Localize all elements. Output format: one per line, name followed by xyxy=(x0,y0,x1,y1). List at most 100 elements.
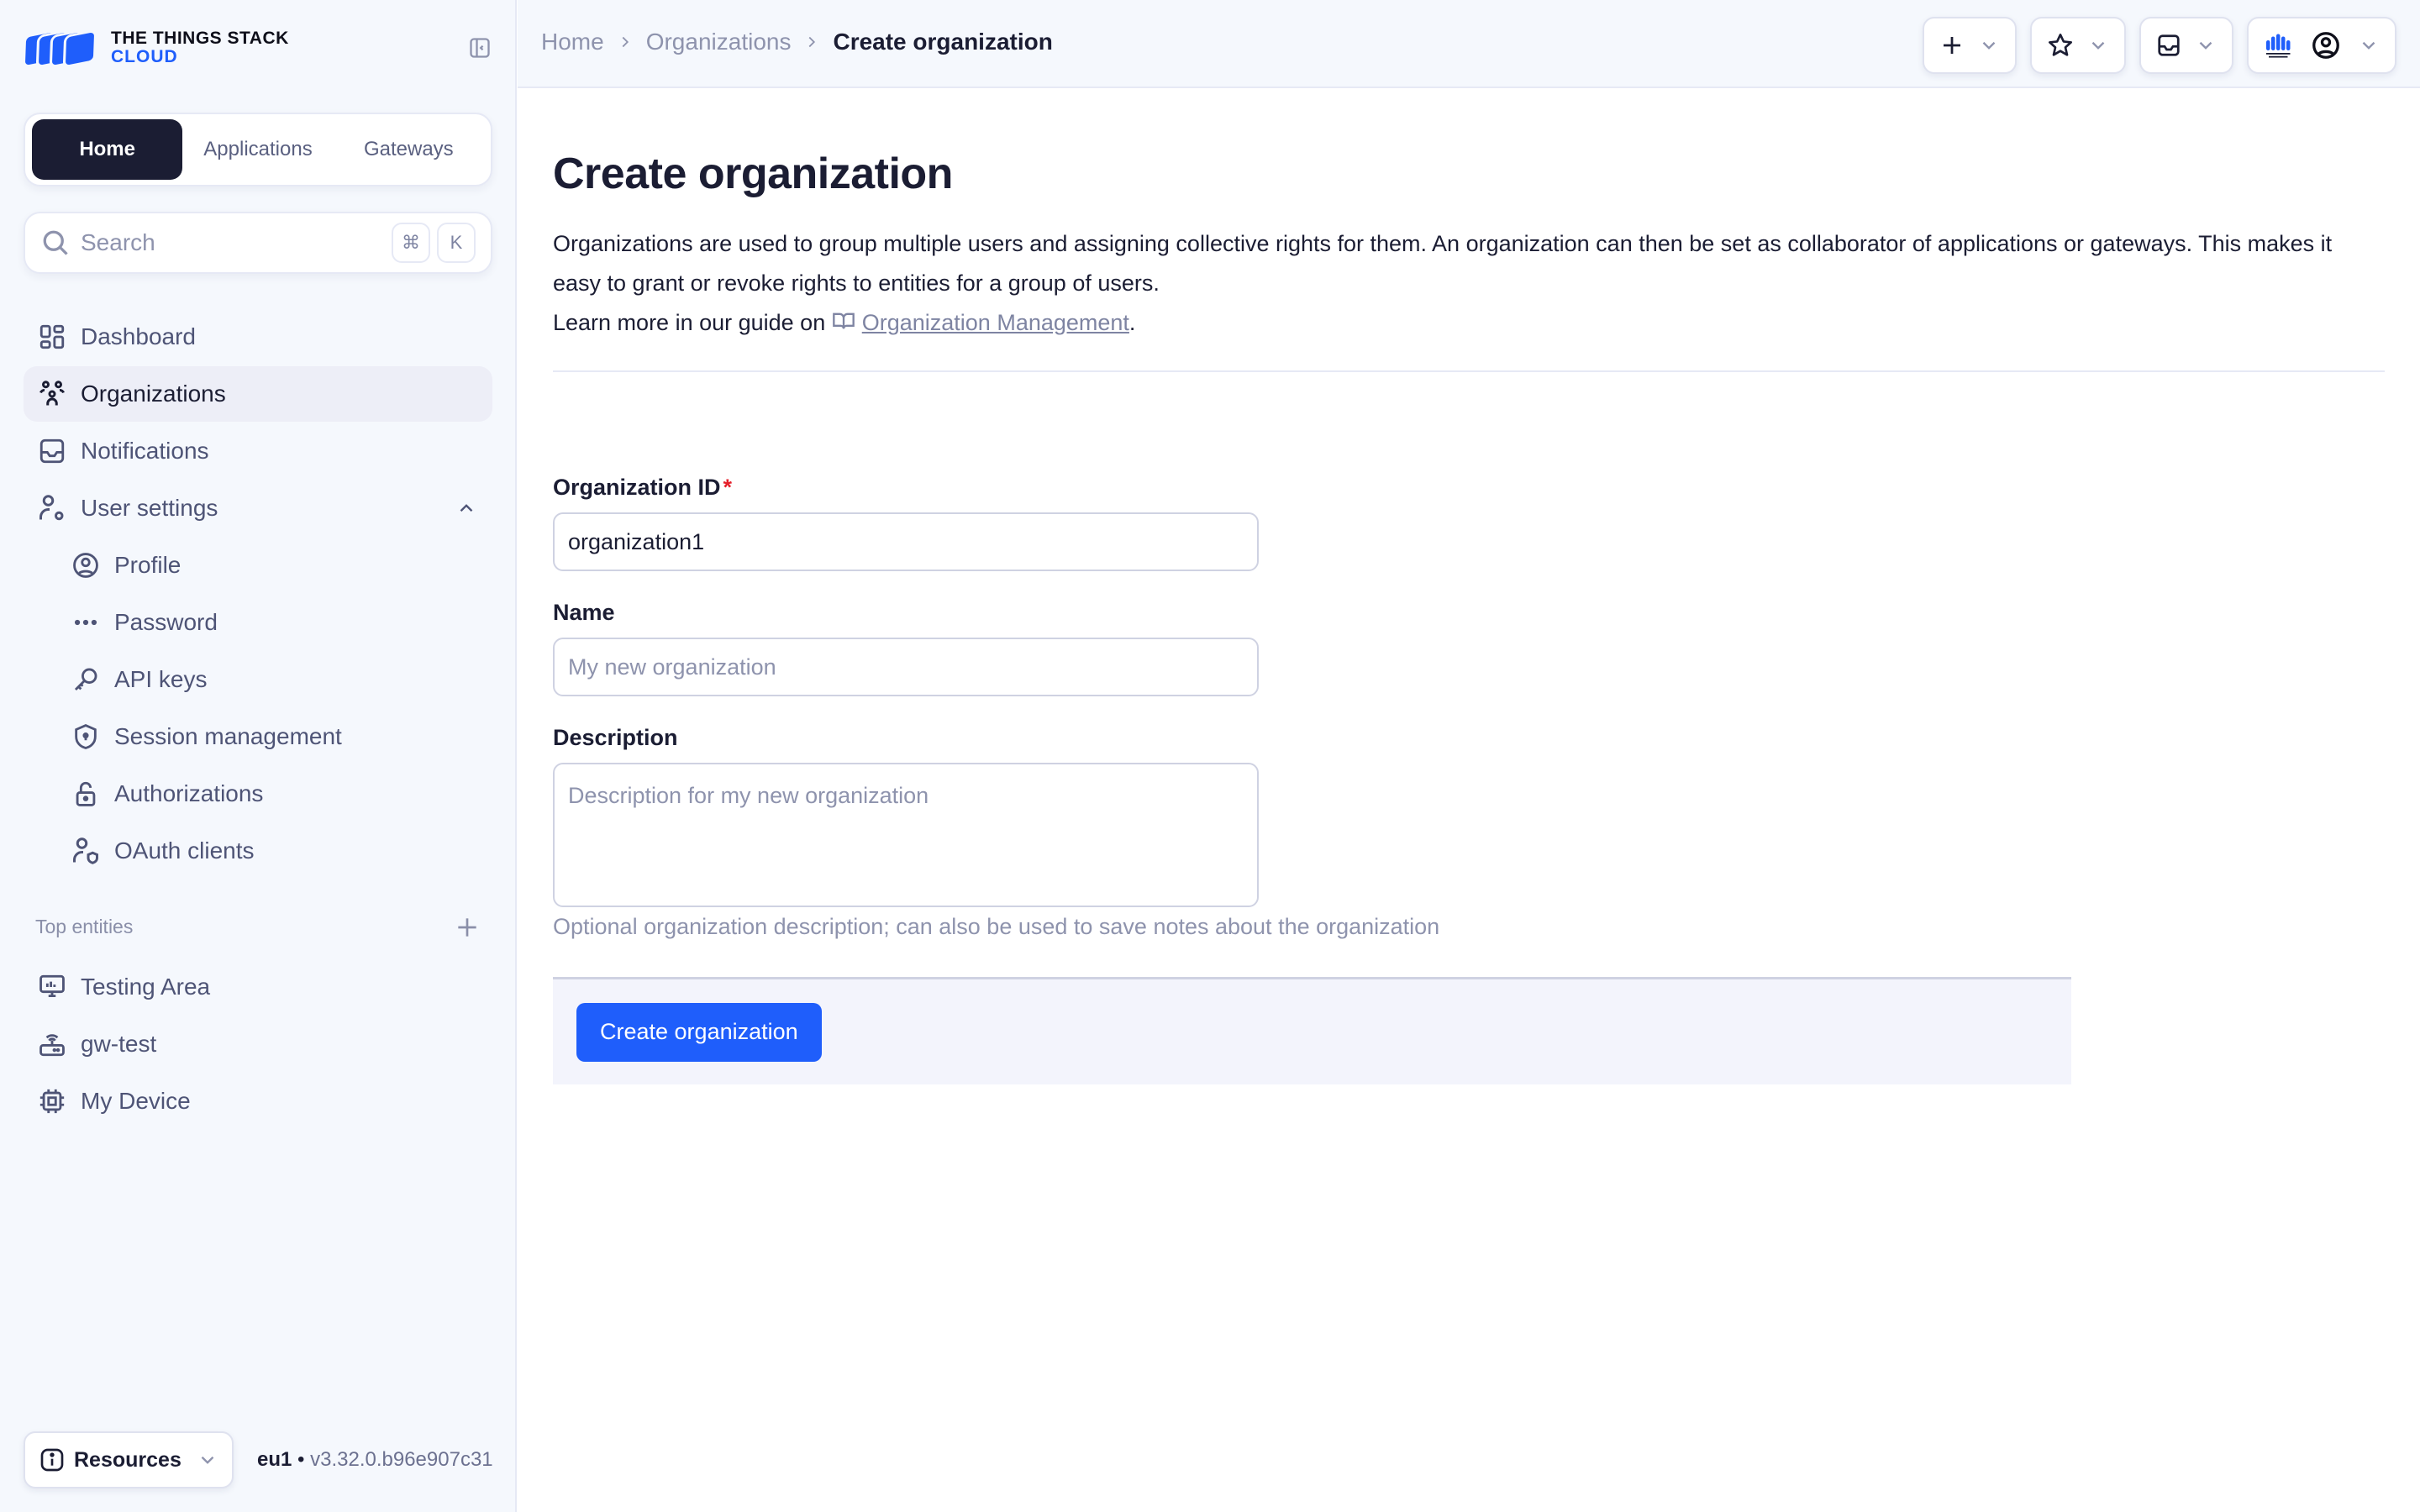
page-title: Create organization xyxy=(553,150,953,198)
chevron-down-icon xyxy=(2199,41,2212,50)
sidebar-item-label: Testing Area xyxy=(81,974,211,1000)
collapse-sidebar-button[interactable] xyxy=(467,35,492,60)
sidebar-item-label: Session management xyxy=(114,723,342,749)
name-label: Name xyxy=(553,600,615,625)
form-actions: Create organization xyxy=(553,977,2071,1084)
top-entities-list: Testing Area gw-test My Device xyxy=(24,959,492,1131)
sidebar-item-label: Dashboard xyxy=(81,323,196,349)
org-id-input[interactable] xyxy=(553,512,1259,571)
notifications-menu-button[interactable] xyxy=(2139,17,2233,74)
sidebar-collapse-icon xyxy=(470,38,490,58)
chevron-up-icon xyxy=(460,504,473,512)
breadcrumb-home[interactable]: Home xyxy=(541,29,604,55)
switcher-tab-applications[interactable]: Applications xyxy=(182,119,333,180)
create-organization-button[interactable]: Create organization xyxy=(576,1002,822,1062)
sidebar-item-label: My Device xyxy=(81,1088,191,1114)
book-icon xyxy=(832,306,855,345)
resources-dropdown[interactable]: Resources xyxy=(24,1431,234,1488)
chevron-down-icon xyxy=(2091,41,2105,50)
gateway-icon xyxy=(37,1029,67,1059)
switcher-tab-gateways[interactable]: Gateways xyxy=(334,119,484,180)
top-entity-gw-test[interactable]: gw-test xyxy=(24,1016,492,1072)
sidebar-item-label: Profile xyxy=(114,552,182,578)
key-icon xyxy=(71,664,101,695)
chevron-right-icon xyxy=(809,36,816,48)
cluster-name: eu1 xyxy=(257,1448,292,1471)
sidebar-item-label: Authorizations xyxy=(114,780,264,806)
sidebar-item-dashboard[interactable]: Dashboard xyxy=(24,309,492,365)
required-mark: * xyxy=(723,475,733,500)
plus-icon xyxy=(1944,37,1960,54)
password-icon xyxy=(71,607,101,638)
sidebar-item-user-settings[interactable]: User settings xyxy=(24,480,492,536)
brand-name: THE THINGS STACK xyxy=(111,28,289,48)
top-entities-heading: Top entities xyxy=(35,916,134,937)
sidebar-item-password[interactable]: Password xyxy=(24,595,492,650)
chevron-down-icon xyxy=(1982,41,1996,50)
name-input[interactable] xyxy=(553,638,1259,696)
sidebar-nav: Dashboard Organizations Notifications Us… xyxy=(24,309,492,880)
star-icon xyxy=(2049,34,2072,56)
info-icon xyxy=(40,1448,64,1472)
organizations-icon xyxy=(37,379,67,409)
sidebar-item-oauth-clients[interactable]: OAuth clients xyxy=(24,823,492,879)
search-input[interactable] xyxy=(81,229,385,256)
shortcut-mod-key: ⌘ xyxy=(392,223,430,263)
sidebar-item-notifications[interactable]: Notifications xyxy=(24,423,492,479)
sidebar-item-authorizations[interactable]: Authorizations xyxy=(24,766,492,822)
shield-icon xyxy=(71,722,101,752)
sidebar-item-api-keys[interactable]: API keys xyxy=(24,652,492,707)
profile-icon xyxy=(71,550,101,580)
version-string: v3.32.0.b96e907c31 xyxy=(310,1448,493,1471)
chevron-right-icon xyxy=(622,36,629,48)
sidebar-item-label: Notifications xyxy=(81,438,209,464)
sidebar-item-organizations[interactable]: Organizations xyxy=(24,366,492,422)
add-menu-button[interactable] xyxy=(1923,17,2017,74)
description-label: Description xyxy=(553,725,678,750)
description-text: Organizations are used to group multiple… xyxy=(553,231,2333,296)
search-box[interactable]: ⌘ K xyxy=(24,212,492,274)
the-things-industries-logo-icon xyxy=(2266,34,2291,58)
bookmarks-menu-button[interactable] xyxy=(2030,17,2126,74)
page-description: Organizations are used to group multiple… xyxy=(553,224,2385,345)
dashboard-icon xyxy=(37,322,67,352)
app-switcher: Home Applications Gateways xyxy=(24,113,492,186)
chevron-down-icon xyxy=(2362,41,2375,50)
top-entity-my-device[interactable]: My Device xyxy=(24,1074,492,1129)
inbox-icon xyxy=(2158,34,2180,56)
sidebar-item-profile[interactable]: Profile xyxy=(24,538,492,593)
search-icon xyxy=(43,230,68,255)
user-settings-icon xyxy=(37,493,67,523)
plus-icon xyxy=(458,918,476,937)
sidebar-item-label: Organizations xyxy=(81,381,226,407)
breadcrumb-current: Create organization xyxy=(833,29,1053,55)
oauth-client-icon xyxy=(71,836,101,866)
account-menu-button[interactable] xyxy=(2247,17,2396,74)
logo-icon xyxy=(22,29,99,69)
add-top-entity-button[interactable] xyxy=(454,914,481,941)
user-avatar-icon xyxy=(2312,32,2339,59)
description-textarea[interactable] xyxy=(553,763,1259,907)
top-entity-testing-area[interactable]: Testing Area xyxy=(24,959,492,1015)
shortcut-k-key: K xyxy=(437,223,476,263)
header-divider xyxy=(553,370,2385,372)
logo[interactable]: THE THINGS STACK CLOUD xyxy=(22,28,289,69)
sidebar-item-label: OAuth clients xyxy=(114,837,255,864)
org-id-label: Organization ID * xyxy=(553,475,2385,501)
chevron-down-icon xyxy=(201,1456,214,1464)
switcher-tab-home[interactable]: Home xyxy=(32,119,183,180)
breadcrumb: Home Organizations Create organization xyxy=(541,29,1053,55)
top-header: Home Organizations Create organization xyxy=(518,0,2420,88)
unlock-icon xyxy=(71,779,101,809)
sidebar-item-label: gw-test xyxy=(81,1031,157,1057)
guide-link[interactable]: Organization Management xyxy=(862,310,1129,335)
org-id-label-text: Organization ID xyxy=(553,475,721,500)
breadcrumb-organizations[interactable]: Organizations xyxy=(646,29,792,55)
device-icon xyxy=(37,1086,67,1116)
resources-label: Resources xyxy=(74,1447,182,1472)
version-info: eu1 • v3.32.0.b96e907c31 xyxy=(257,1448,493,1472)
brand-subtitle: CLOUD xyxy=(111,47,178,66)
sidebar-item-session-management[interactable]: Session management xyxy=(24,709,492,764)
guide-prefix: Learn more in our guide on xyxy=(553,310,826,335)
create-organization-form: Organization ID* Name Description Option… xyxy=(553,475,2385,1084)
